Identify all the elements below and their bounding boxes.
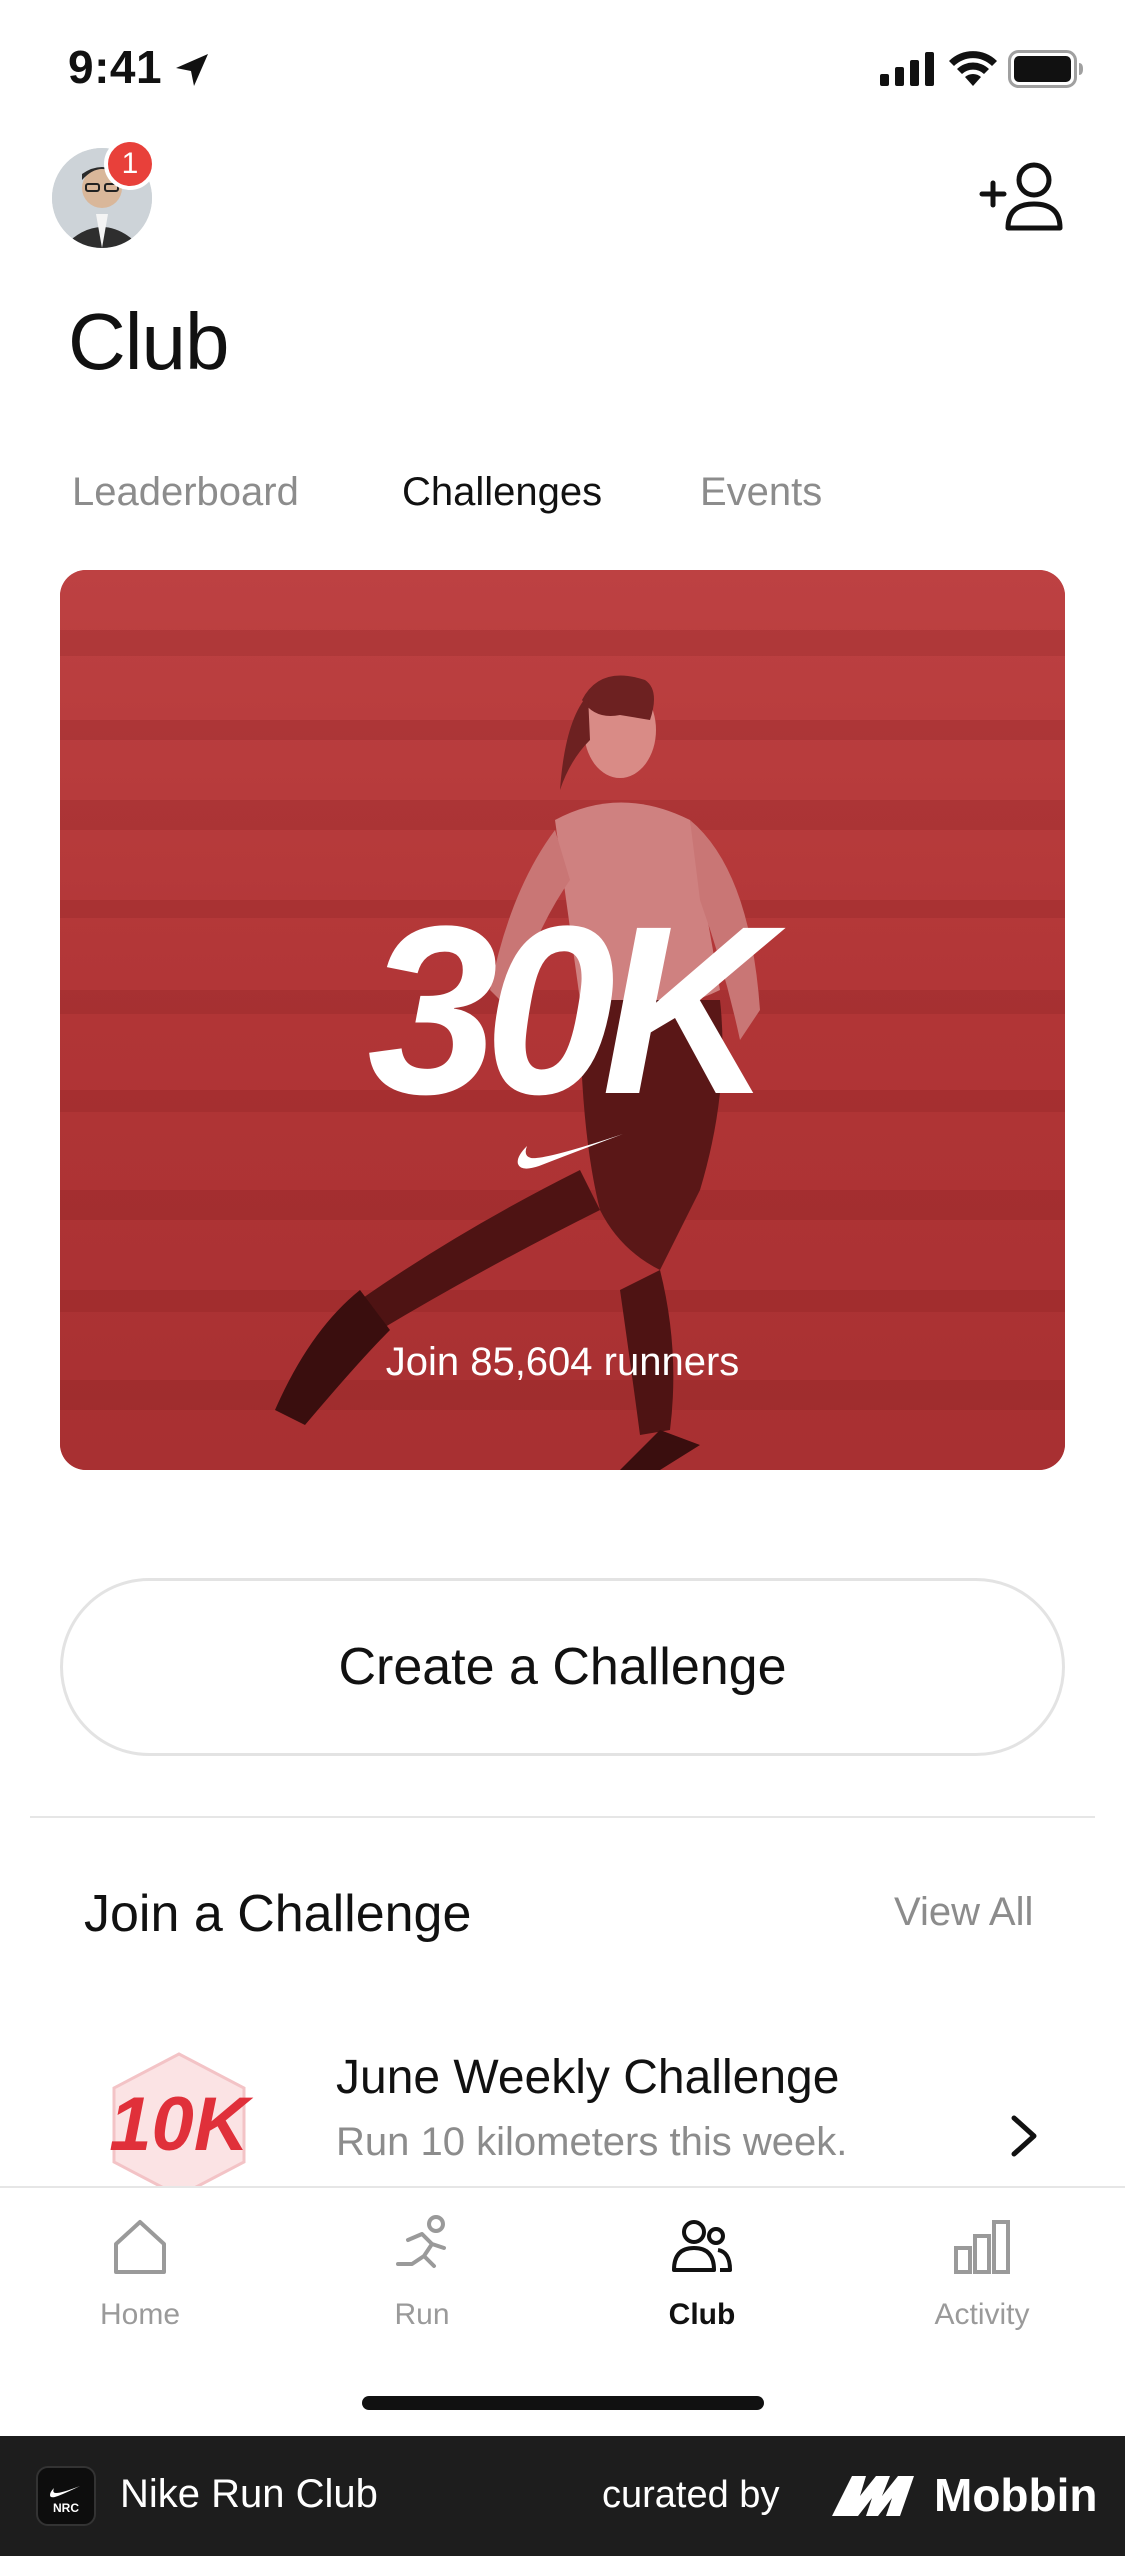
nrc-app-icon: NRC bbox=[36, 2466, 96, 2526]
create-challenge-button[interactable]: Create a Challenge bbox=[60, 1578, 1065, 1756]
tab-leaderboard[interactable]: Leaderboard bbox=[72, 470, 299, 515]
nav-label: Run bbox=[394, 2298, 450, 2331]
nav-activity[interactable]: Activity bbox=[882, 2214, 1082, 2344]
status-time: 9:41 bbox=[68, 41, 163, 93]
page-title: Club bbox=[68, 297, 230, 386]
nav-run[interactable]: Run bbox=[322, 2214, 522, 2344]
nrc-logo-icon: NRC bbox=[50, 2486, 80, 2515]
nav-label: Activity bbox=[934, 2298, 1030, 2331]
mobbin-brand: Mobbin bbox=[934, 2469, 1098, 2521]
challenge-runner-count: Join 85,604 runners bbox=[385, 1340, 740, 1384]
activity-icon bbox=[954, 2220, 1010, 2274]
location-arrow-icon bbox=[176, 54, 208, 86]
nav-home[interactable]: Home bbox=[40, 2214, 240, 2344]
swoosh-icon bbox=[517, 1134, 623, 1169]
section-title: Join a Challenge bbox=[84, 1885, 472, 1943]
home-indicator[interactable] bbox=[362, 2396, 764, 2410]
battery-icon bbox=[1008, 50, 1083, 88]
featured-challenge-card[interactable]: 30K Join 85,604 runners bbox=[60, 570, 1065, 1470]
mobbin-footer: NRC Nike Run Club curated by Mobbin bbox=[0, 2436, 1125, 2556]
app-name: Nike Run Club bbox=[120, 2472, 378, 2516]
nav-label: Club bbox=[668, 2298, 736, 2331]
challenge-badge-text: 10K bbox=[109, 2082, 254, 2167]
challenge-distance-title: 30K bbox=[367, 876, 771, 1144]
challenge-title: June Weekly Challenge bbox=[336, 2051, 840, 2104]
status-bar: 9:41 bbox=[0, 0, 1125, 140]
svg-text:NRC: NRC bbox=[53, 2501, 79, 2515]
tab-challenges[interactable]: Challenges bbox=[402, 470, 602, 515]
mobbin-logo-icon bbox=[832, 2476, 914, 2516]
nav-label: Home bbox=[99, 2298, 181, 2331]
curated-by-label: curated by bbox=[602, 2474, 780, 2516]
divider bbox=[30, 1816, 1095, 1818]
chevron-right-icon bbox=[1011, 2115, 1037, 2157]
signal-icon bbox=[880, 52, 934, 86]
notification-badge: 1 bbox=[104, 138, 156, 190]
view-all-link[interactable]: View All bbox=[894, 1890, 1033, 1935]
run-icon bbox=[396, 2215, 446, 2268]
wifi-icon bbox=[949, 51, 997, 86]
challenge-subtitle: Run 10 kilometers this week. bbox=[336, 2120, 848, 2164]
nav-club[interactable]: Club bbox=[602, 2214, 802, 2344]
add-person-icon bbox=[979, 162, 1063, 231]
club-icon bbox=[672, 2220, 732, 2272]
tab-events[interactable]: Events bbox=[700, 470, 822, 515]
challenge-badge-icon: 10K bbox=[109, 2052, 254, 2198]
add-friend-button[interactable] bbox=[978, 160, 1070, 232]
challenge-list-item[interactable]: 10K June Weekly Challenge Run 10 kilomet… bbox=[0, 2030, 1125, 2198]
home-icon bbox=[114, 2220, 166, 2274]
